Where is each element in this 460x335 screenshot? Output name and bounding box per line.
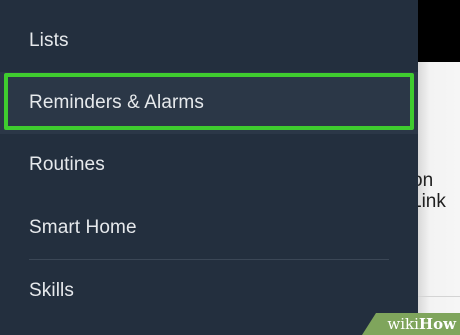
drawer-item-skills[interactable]: Skills <box>0 260 418 322</box>
drawer-item-label: Routines <box>29 154 105 175</box>
wikihow-watermark: wikiHow <box>362 313 460 335</box>
navigation-drawer: Lists Reminders & Alarms Routines Smart … <box>0 0 418 335</box>
watermark-wiki: wiki <box>387 315 419 333</box>
background-divider <box>418 296 460 297</box>
drawer-item-smart-home[interactable]: Smart Home <box>0 197 418 259</box>
watermark-text: wikiHow <box>387 315 456 333</box>
drawer-item-label: Smart Home <box>29 217 137 238</box>
drawer-item-label: Skills <box>29 280 74 301</box>
drawer-item-label: Reminders & Alarms <box>29 92 204 113</box>
drawer-item-reminders-alarms[interactable]: Reminders & Alarms <box>0 72 418 134</box>
drawer-item-lists[interactable]: Lists <box>0 10 418 72</box>
drawer-item-label: Lists <box>29 30 69 51</box>
watermark-how: How <box>418 315 456 333</box>
drawer-item-routines[interactable]: Routines <box>0 134 418 196</box>
